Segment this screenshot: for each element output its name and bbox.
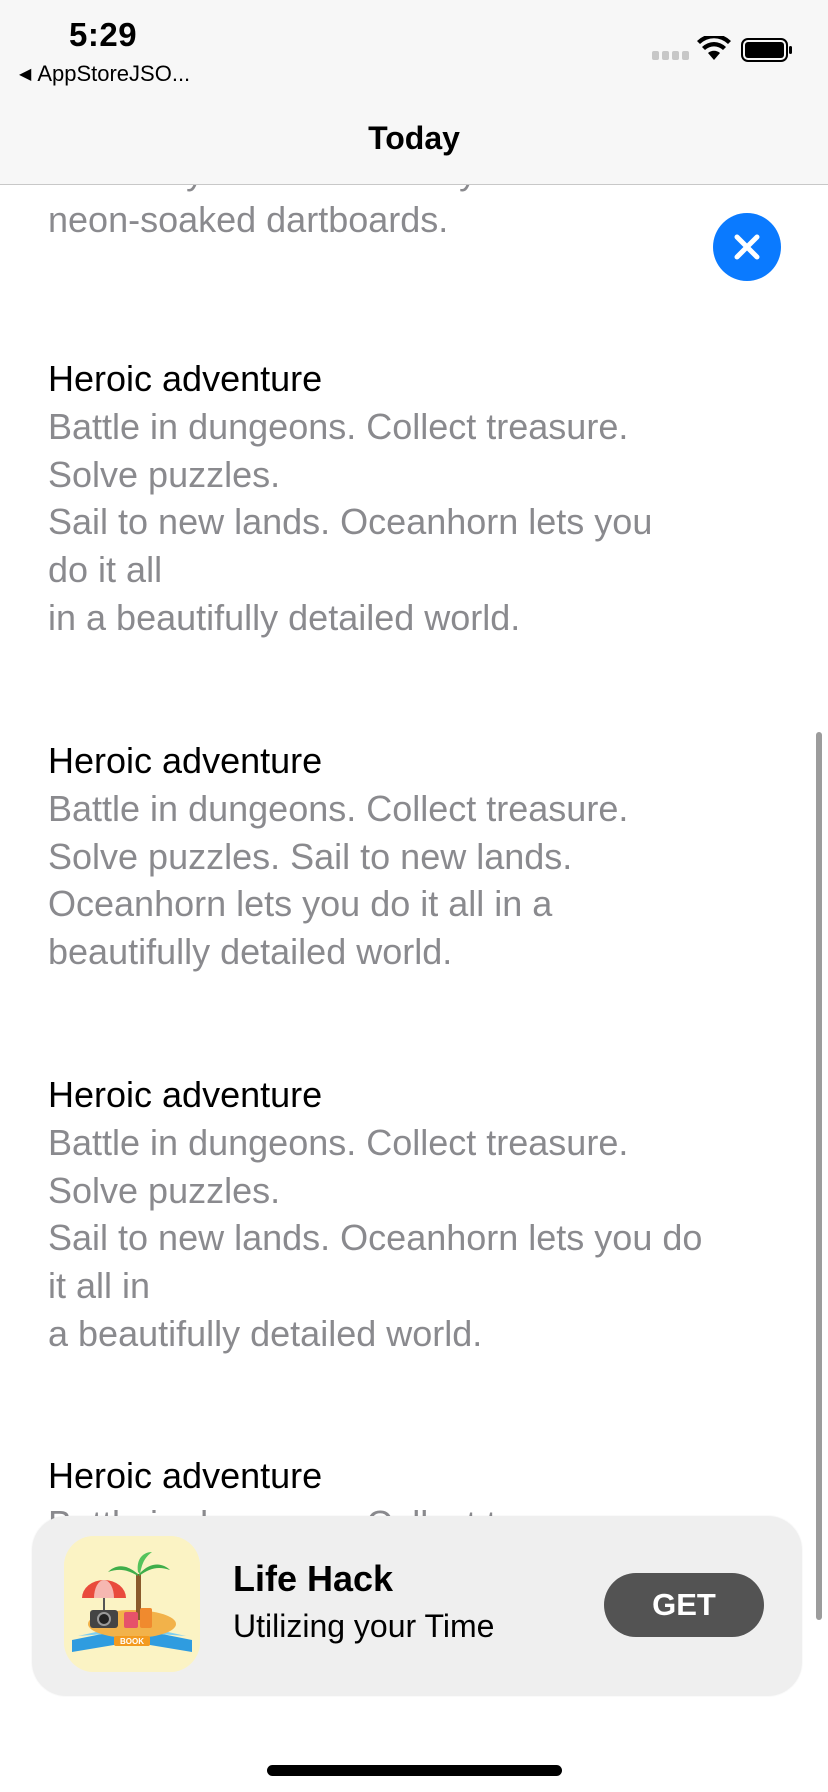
story-content[interactable]: whether you're into fantasy worlds or ne…	[0, 185, 828, 1605]
story-section: Heroic adventure Battle in dungeons. Col…	[48, 355, 768, 642]
home-indicator[interactable]	[267, 1765, 562, 1776]
vertical-scrollbar[interactable]	[816, 732, 822, 1620]
app-subtitle: Utilizing your Time	[233, 1608, 495, 1644]
app-banner[interactable]: BOOK Life Hack Utilizing your Time GET	[32, 1516, 802, 1696]
page-title: Today	[368, 120, 460, 156]
status-bar: 5:29 ◀ AppStoreJSO...	[0, 0, 828, 100]
section-body: Battle in dungeons. Collect treasure. So…	[48, 406, 653, 638]
back-triangle-icon: ◀	[19, 66, 32, 83]
navigation-bar: Today	[0, 100, 828, 185]
cellular-signal-icon	[652, 51, 689, 60]
story-section: Heroic adventure Battle in dungeons. Col…	[48, 1071, 768, 1358]
get-button[interactable]: GET	[604, 1573, 764, 1637]
section-title: Heroic adventure	[48, 1074, 323, 1115]
close-icon	[734, 234, 760, 260]
wifi-icon	[697, 33, 731, 67]
section-title: Heroic adventure	[48, 358, 323, 399]
back-to-app-link[interactable]: ◀ AppStoreJSO...	[19, 61, 190, 87]
app-icon: BOOK	[64, 1536, 200, 1672]
status-time: 5:29	[69, 16, 138, 53]
back-app-label: AppStoreJSO...	[37, 61, 191, 86]
battery-icon	[741, 37, 793, 68]
section-body: Battle in dungeons. Collect treasure. So…	[48, 788, 629, 973]
close-button[interactable]	[713, 213, 781, 281]
section-title: Heroic adventure	[48, 1455, 323, 1496]
app-name: Life Hack	[233, 1558, 394, 1599]
intro-text: whether you're into fantasy worlds or ne…	[48, 185, 633, 240]
section-title: Heroic adventure	[48, 740, 323, 781]
app-icon-badge: BOOK	[120, 1637, 144, 1646]
section-body: Battle in dungeons. Collect treasure. So…	[48, 1122, 703, 1354]
story-section: Heroic adventure Battle in dungeons. Col…	[48, 737, 768, 976]
